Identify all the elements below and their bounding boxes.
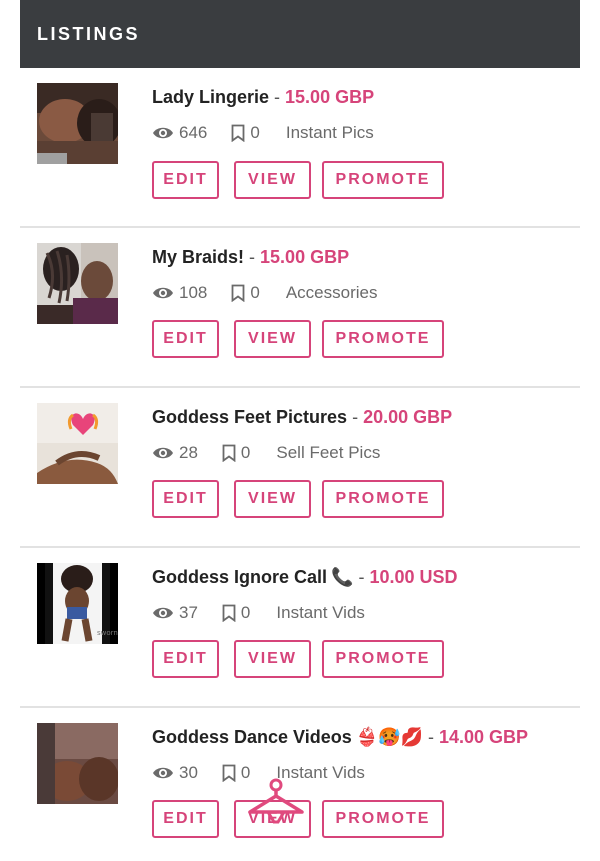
listing-thumbnail[interactable] — [37, 723, 118, 804]
eye-icon — [152, 605, 174, 621]
view-button[interactable]: VIEW — [234, 480, 311, 518]
eye-icon — [152, 285, 174, 301]
listing-title[interactable]: Goddess Feet Pictures — [152, 407, 347, 427]
save-count: 0 — [250, 283, 260, 302]
save-count: 0 — [240, 443, 251, 462]
eye-icon — [152, 765, 174, 781]
promote-button[interactable]: PROMOTE — [322, 161, 444, 199]
save-count: 0 — [250, 123, 260, 142]
listing-thumbnail[interactable]: sworn — [37, 563, 118, 644]
listing-price: 10.00 USD — [369, 567, 458, 587]
bookmark-icon — [231, 124, 245, 142]
view-count: 30 — [179, 763, 198, 782]
save-count: 0 — [240, 603, 251, 622]
view-button[interactable]: VIEW — [234, 320, 311, 358]
listing-thumbnail[interactable] — [37, 403, 118, 484]
view-count: 646 — [179, 123, 208, 142]
listing-title-emoji: 👙🥵💋 — [355, 727, 423, 747]
thumbnail-watermark: sworn — [97, 629, 118, 637]
promote-button[interactable]: PROMOTE — [322, 640, 444, 678]
listing-title[interactable]: Goddess Dance Videos — [152, 727, 352, 747]
title-separator: - — [358, 567, 365, 587]
listing-item: sworn Goddess Ignore Call 📞 -10.00 USD 37 … — [20, 548, 580, 708]
title-separator: - — [274, 87, 281, 107]
listing-title[interactable]: My Braids! — [152, 247, 244, 267]
listing-price: 15.00 GBP — [285, 87, 375, 107]
listing-thumbnail[interactable] — [37, 243, 118, 324]
listings-header: LISTINGS — [20, 0, 580, 68]
listing-title[interactable]: Lady Lingerie — [152, 87, 269, 107]
title-separator: - — [428, 727, 434, 747]
bookmark-icon — [222, 444, 236, 462]
listing-item: Lady Lingerie -15.00 GBP 646 0 Instant Pi… — [20, 68, 580, 228]
edit-button[interactable]: EDIT — [152, 480, 219, 518]
promote-button[interactable]: PROMOTE — [322, 800, 444, 838]
listing-item: Goddess Feet Pictures -20.00 GBP 28 0 Sel… — [20, 388, 580, 548]
listing-category: Accessories — [285, 283, 378, 302]
edit-button[interactable]: EDIT — [152, 800, 219, 838]
listing-thumbnail[interactable] — [37, 83, 118, 164]
bookmark-icon — [222, 604, 236, 622]
listing-item: My Braids! -15.00 GBP 108 0 Accessories E… — [20, 228, 580, 388]
eye-icon — [152, 125, 174, 141]
promote-button[interactable]: PROMOTE — [322, 320, 444, 358]
bookmark-icon — [231, 284, 245, 302]
page-title: LISTINGS — [37, 23, 141, 44]
edit-button[interactable]: EDIT — [152, 320, 219, 358]
listing-category: Sell Feet Pics — [276, 443, 381, 462]
listing-title[interactable]: Goddess Ignore Call — [152, 567, 327, 587]
edit-button[interactable]: EDIT — [152, 161, 219, 199]
view-button[interactable]: VIEW — [234, 161, 311, 199]
title-separator: - — [352, 407, 359, 427]
listing-category: Instant Vids — [276, 603, 365, 622]
view-count: 37 — [179, 603, 198, 622]
promote-button[interactable]: PROMOTE — [322, 480, 444, 518]
view-button[interactable]: VIEW — [234, 640, 311, 678]
view-count: 28 — [179, 443, 198, 462]
edit-button[interactable]: EDIT — [152, 640, 219, 678]
listing-price: 15.00 GBP — [260, 247, 350, 267]
title-separator: - — [249, 247, 256, 267]
listing-category: Instant Pics — [285, 123, 374, 142]
eye-icon — [152, 445, 174, 461]
listing-price: 20.00 GBP — [363, 407, 453, 427]
hanger-watermark-icon — [246, 778, 306, 824]
bookmark-icon — [222, 764, 236, 782]
listing-title-emoji: 📞 — [331, 567, 354, 587]
listing-price: 14.00 GBP — [439, 727, 529, 747]
view-count: 108 — [179, 283, 208, 302]
